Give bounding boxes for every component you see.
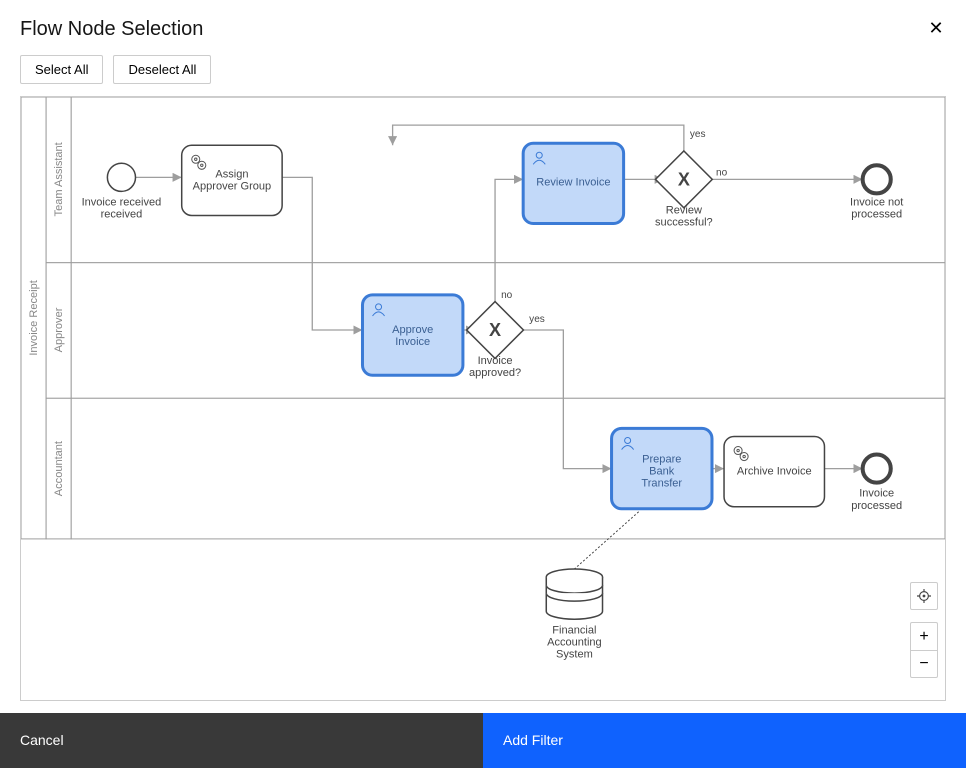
svg-text:Review: Review	[666, 205, 702, 217]
task-prepare-bank-transfer[interactable]: Prepare Bank Transfer	[612, 428, 712, 508]
add-filter-button[interactable]: Add Filter	[483, 713, 966, 768]
svg-text:Accounting: Accounting	[547, 636, 602, 648]
svg-text:processed: processed	[851, 500, 902, 512]
svg-text:Invoice received: Invoice received	[82, 196, 162, 208]
deselect-all-button[interactable]: Deselect All	[113, 55, 211, 84]
task-archive-invoice[interactable]: Archive Invoice	[724, 436, 824, 506]
minus-icon: −	[919, 656, 928, 672]
flow-label-yes2: yes	[690, 129, 706, 140]
svg-text:Approve: Approve	[392, 324, 433, 336]
datastore-financial-accounting-system[interactable]: Financial Accounting System	[546, 569, 602, 660]
svg-text:received: received	[101, 209, 143, 221]
svg-text:Invoice not: Invoice not	[850, 196, 903, 208]
task-approve-invoice[interactable]: Approve Invoice	[362, 295, 462, 375]
svg-text:processed: processed	[851, 209, 902, 221]
lane-approver-label: Approver	[53, 307, 65, 352]
svg-text:X: X	[489, 320, 501, 340]
zoom-in-button[interactable]: +	[910, 622, 938, 650]
target-icon	[917, 588, 931, 604]
flow-label-no2: no	[716, 167, 728, 178]
cancel-button[interactable]: Cancel	[0, 713, 483, 768]
flow-label-yes1: yes	[529, 314, 545, 325]
plus-icon: +	[919, 629, 928, 645]
svg-text:approved?: approved?	[469, 367, 521, 379]
close-button[interactable]: ✕	[922, 14, 950, 42]
svg-text:System: System	[556, 648, 593, 660]
lane-team-assistant-label: Team Assistant	[53, 142, 65, 216]
svg-text:Financial: Financial	[552, 624, 596, 636]
svg-text:Archive Invoice: Archive Invoice	[737, 466, 812, 478]
svg-text:successful?: successful?	[655, 217, 713, 229]
svg-text:Invoice: Invoice	[478, 355, 513, 367]
pool-label: Invoice Receipt	[28, 280, 40, 355]
svg-text:Invoice: Invoice	[859, 488, 894, 500]
flow-label-no1: no	[501, 290, 513, 301]
svg-text:Approver Group: Approver Group	[193, 180, 271, 192]
svg-text:Prepare: Prepare	[642, 454, 681, 466]
reset-zoom-button[interactable]	[910, 582, 938, 610]
zoom-out-button[interactable]: −	[910, 650, 938, 678]
task-assign-approver-group[interactable]: Assign Approver Group	[182, 145, 282, 215]
svg-text:Review Invoice: Review Invoice	[536, 176, 610, 188]
svg-text:Transfer: Transfer	[641, 478, 682, 490]
dialog-title: Flow Node Selection	[20, 18, 203, 40]
task-review-invoice[interactable]: Review Invoice	[523, 143, 623, 223]
lane-accountant-label: Accountant	[53, 441, 65, 496]
select-all-button[interactable]: Select All	[20, 55, 103, 84]
bpmn-canvas[interactable]: Invoice Receipt Team Assistant Approver …	[20, 96, 946, 701]
close-icon: ✕	[928, 18, 943, 38]
svg-text:Bank: Bank	[649, 466, 675, 478]
svg-text:Invoice: Invoice	[395, 336, 430, 348]
svg-text:X: X	[678, 169, 690, 189]
svg-text:Assign: Assign	[215, 168, 248, 180]
